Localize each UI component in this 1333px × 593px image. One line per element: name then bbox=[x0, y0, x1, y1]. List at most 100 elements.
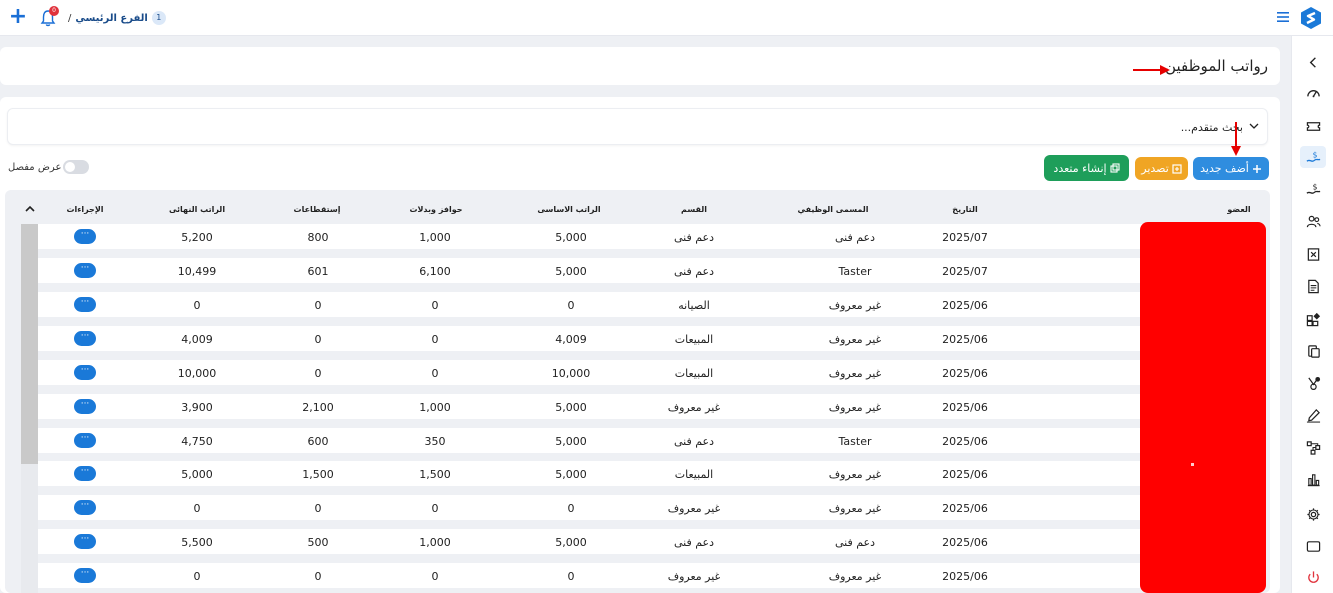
bulk-create-label: إنشاء متعدد bbox=[1053, 161, 1107, 175]
excel-icon[interactable] bbox=[1300, 243, 1326, 265]
document-icon[interactable] bbox=[1300, 275, 1326, 297]
cell-deductions: 500 bbox=[307, 536, 329, 549]
gear-icon[interactable] bbox=[1300, 503, 1326, 525]
title-card: رواتب الموظفين bbox=[0, 47, 1280, 85]
cell-base-salary: 0 bbox=[567, 502, 575, 515]
redaction-mark bbox=[1191, 463, 1194, 466]
table-row[interactable]: 2025/06 غير معروف المبيعات 10,000 0 0 10,000 ··… bbox=[38, 360, 1146, 385]
table-row[interactable]: 2025/06 Taster دعم فنى 5,000 350 600 4,750 ··· bbox=[38, 428, 1146, 453]
row-actions-button[interactable]: ··· bbox=[74, 568, 96, 583]
cell-department: غير معروف bbox=[667, 401, 721, 414]
column-final-salary[interactable]: الراتب النهائى bbox=[169, 205, 225, 214]
cell-final-salary: 10,000 bbox=[177, 367, 217, 380]
cell-date: 2025/06 bbox=[942, 570, 988, 583]
row-actions-button[interactable]: ··· bbox=[74, 365, 96, 380]
copy-icon bbox=[1110, 163, 1120, 173]
row-actions-button[interactable]: ··· bbox=[74, 263, 96, 278]
row-actions-button[interactable]: ··· bbox=[74, 229, 96, 244]
plus-icon bbox=[1252, 164, 1261, 173]
widgets-icon[interactable] bbox=[1300, 308, 1326, 330]
cell-base-salary: 5,000 bbox=[555, 265, 587, 278]
row-actions-button[interactable]: ··· bbox=[74, 331, 96, 346]
cell-date: 2025/06 bbox=[942, 367, 988, 380]
cell-job-title: غير معروف bbox=[828, 570, 882, 583]
cell-deductions: 0 bbox=[314, 502, 322, 515]
breadcrumb-branch[interactable]: الفرع الرئيسي bbox=[75, 13, 147, 24]
table-scrollbar-thumb[interactable] bbox=[21, 224, 38, 464]
row-actions-button[interactable]: ··· bbox=[74, 399, 96, 414]
cell-deductions: 0 bbox=[314, 333, 322, 346]
column-member[interactable]: العضو bbox=[1227, 205, 1250, 214]
badge-icon[interactable] bbox=[1300, 372, 1326, 394]
cell-job-title: Taster bbox=[838, 265, 872, 278]
plus-icon[interactable]: + bbox=[8, 6, 28, 28]
page-title: رواتب الموظفين bbox=[1165, 57, 1268, 75]
table-row[interactable]: 2025/07 Taster دعم فنى 5,000 6,100 601 10,499 ·… bbox=[38, 258, 1146, 283]
column-allowances[interactable]: حوافز وبدلات bbox=[409, 205, 462, 214]
row-actions-button[interactable]: ··· bbox=[74, 297, 96, 312]
table-row[interactable]: 2025/06 غير معروف غير معروف 5,000 1,000 2,100… bbox=[38, 394, 1146, 419]
cards-icon[interactable] bbox=[1300, 340, 1326, 362]
table-row[interactable]: 2025/06 غير معروف المبيعات 4,009 0 0 4,009 ··· bbox=[38, 326, 1146, 351]
cell-department: المبيعات bbox=[674, 367, 714, 380]
cell-base-salary: 0 bbox=[567, 299, 575, 312]
chevron-down-icon[interactable] bbox=[1249, 123, 1259, 130]
cell-final-salary: 5,500 bbox=[181, 536, 213, 549]
cell-base-salary: 10,000 bbox=[551, 367, 591, 380]
cell-base-salary: 5,000 bbox=[555, 231, 587, 244]
table-row[interactable]: 2025/06 دعم فنى دعم فنى 5,000 1,000 500 5,500 ·… bbox=[38, 529, 1146, 554]
table-row[interactable]: 2025/06 غير معروف غير معروف 0 0 0 0 ··· bbox=[38, 495, 1146, 520]
signature-icon[interactable] bbox=[1300, 404, 1326, 426]
add-new-button[interactable]: أضف جديد bbox=[1193, 157, 1269, 180]
window-icon[interactable] bbox=[1300, 535, 1326, 557]
cell-final-salary: 0 bbox=[193, 570, 201, 583]
detailed-view-toggle[interactable] bbox=[63, 160, 90, 174]
cell-allowances: 0 bbox=[431, 570, 439, 583]
power-icon[interactable] bbox=[1300, 566, 1326, 588]
table-row[interactable]: 2025/06 غير معروف المبيعات 5,000 1,500 1,500 5… bbox=[38, 461, 1146, 486]
cell-job-title: غير معروف bbox=[828, 333, 882, 346]
row-actions-button[interactable]: ··· bbox=[74, 500, 96, 515]
row-actions-button[interactable]: ··· bbox=[74, 534, 96, 549]
bulk-create-button[interactable]: إنشاء متعدد bbox=[1044, 155, 1129, 181]
table-row[interactable]: 2025/07 دعم فنى دعم فنى 5,000 1,000 800 5,200 ·… bbox=[38, 224, 1146, 249]
cell-base-salary: 5,000 bbox=[555, 536, 587, 549]
detailed-view-toggle-group: عرض مفصل bbox=[8, 160, 90, 174]
cell-allowances: 0 bbox=[431, 299, 439, 312]
column-department[interactable]: القسم bbox=[681, 205, 707, 214]
column-job-title[interactable]: المسمى الوظيفي bbox=[798, 205, 869, 214]
cell-date: 2025/06 bbox=[942, 435, 988, 448]
menu-icon[interactable] bbox=[1277, 12, 1289, 22]
money-icon[interactable]: $ bbox=[1300, 178, 1326, 200]
cell-date: 2025/06 bbox=[942, 502, 988, 515]
column-actions[interactable]: الإجراءات bbox=[66, 205, 103, 214]
cell-final-salary: 10,499 bbox=[177, 265, 217, 278]
cell-job-title: غير معروف bbox=[828, 502, 882, 515]
detailed-view-label: عرض مفصل bbox=[8, 161, 62, 173]
export-button[interactable]: تصدير bbox=[1135, 157, 1188, 180]
cell-final-salary: 0 bbox=[193, 502, 201, 515]
table-row[interactable]: 2025/06 غير معروف غير معروف 0 0 0 0 ··· bbox=[38, 563, 1146, 588]
cell-final-salary: 4,009 bbox=[181, 333, 213, 346]
dashboard-icon[interactable] bbox=[1300, 82, 1326, 104]
ticket-icon[interactable] bbox=[1300, 115, 1326, 137]
advanced-search[interactable]: بحث متقدم... bbox=[7, 108, 1268, 145]
column-deductions[interactable]: إستقطاعات bbox=[294, 205, 341, 214]
notification-badge: 0 bbox=[49, 6, 59, 16]
users-icon[interactable] bbox=[1300, 210, 1326, 232]
salary-icon[interactable]: $ bbox=[1300, 146, 1326, 168]
breadcrumb: / الفرع الرئيسي 1 bbox=[68, 10, 166, 26]
logo-icon[interactable] bbox=[1300, 6, 1322, 30]
row-actions-button[interactable]: ··· bbox=[74, 466, 96, 481]
chevron-left-icon[interactable] bbox=[1300, 51, 1326, 73]
chart-icon[interactable] bbox=[1300, 468, 1326, 490]
chevron-up-icon[interactable] bbox=[25, 205, 35, 212]
cell-allowances: 1,000 bbox=[419, 231, 451, 244]
cell-allowances: 350 bbox=[424, 435, 446, 448]
flow-icon[interactable] bbox=[1300, 436, 1326, 458]
cell-job-title: غير معروف bbox=[828, 401, 882, 414]
row-actions-button[interactable]: ··· bbox=[74, 433, 96, 448]
column-base-salary[interactable]: الراتب الاساسى bbox=[537, 205, 600, 214]
table-row[interactable]: 2025/06 غير معروف الصيانه 0 0 0 0 ··· bbox=[38, 292, 1146, 317]
column-date[interactable]: التاريخ bbox=[952, 205, 977, 214]
